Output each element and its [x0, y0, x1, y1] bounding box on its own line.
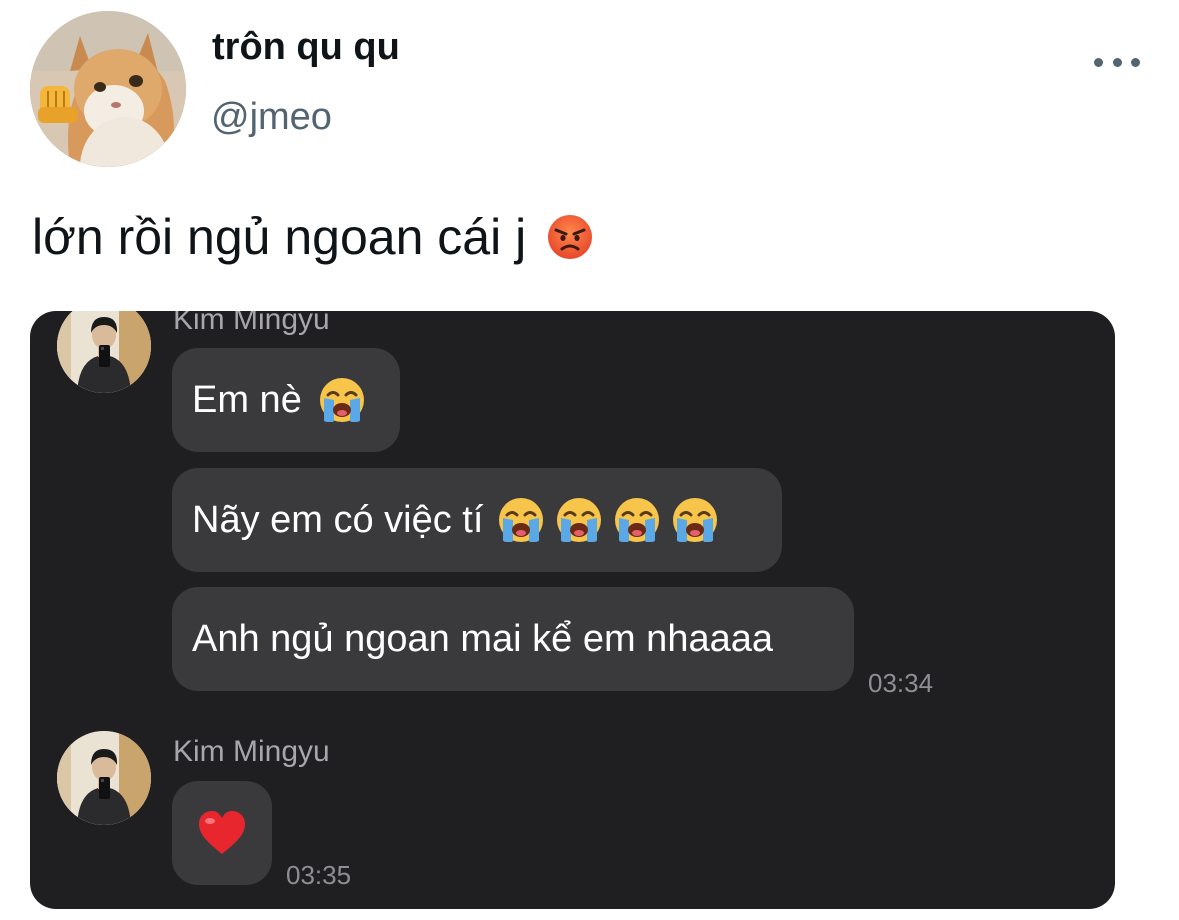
sender-name: Kim Mingyu	[173, 311, 330, 336]
loudly-crying-face-icon	[318, 376, 366, 424]
red-heart-icon	[199, 811, 245, 854]
message-time: 03:34	[868, 668, 934, 698]
more-horizontal-icon	[1094, 57, 1140, 67]
message-time: 03:35	[286, 860, 352, 890]
profile-photo-icon	[57, 311, 151, 393]
profile-photo-icon	[57, 731, 151, 825]
loudly-crying-face-icon	[555, 496, 603, 544]
tweet-text: lớn rồi ngủ ngoan cái j	[32, 208, 594, 266]
user-handle[interactable]: @jmeo	[211, 96, 332, 139]
tweet-text-content: lớn rồi ngủ ngoan cái j	[32, 209, 527, 265]
tweet-media-screenshot[interactable]: Kim Mingyu Em nè Nãy em có việc tí Anh n…	[30, 311, 1115, 909]
chat-avatar	[57, 311, 151, 393]
message-text: Nãy em có việc tí	[192, 498, 484, 541]
display-name[interactable]: trôn qu qu	[212, 26, 400, 69]
message-bubble: Em nè	[172, 348, 400, 452]
loudly-crying-face-icon	[497, 496, 545, 544]
message-bubble: Anh ngủ ngoan mai kể em nhaaaa	[172, 587, 854, 691]
message-text: Anh ngủ ngoan mai kể em nhaaaa	[192, 617, 773, 660]
sender-name: Kim Mingyu	[173, 735, 330, 768]
loudly-crying-face-icon	[613, 496, 661, 544]
chat-avatar	[57, 731, 151, 825]
more-options-button[interactable]	[1094, 50, 1140, 74]
angry-face-emoji-icon	[548, 215, 593, 259]
profile-avatar[interactable]	[30, 11, 186, 167]
message-bubble	[172, 781, 272, 885]
cat-avatar-image	[30, 11, 186, 167]
message-text: Em nè	[192, 378, 302, 421]
loudly-crying-face-icon	[671, 496, 719, 544]
message-bubble: Nãy em có việc tí	[172, 468, 782, 572]
